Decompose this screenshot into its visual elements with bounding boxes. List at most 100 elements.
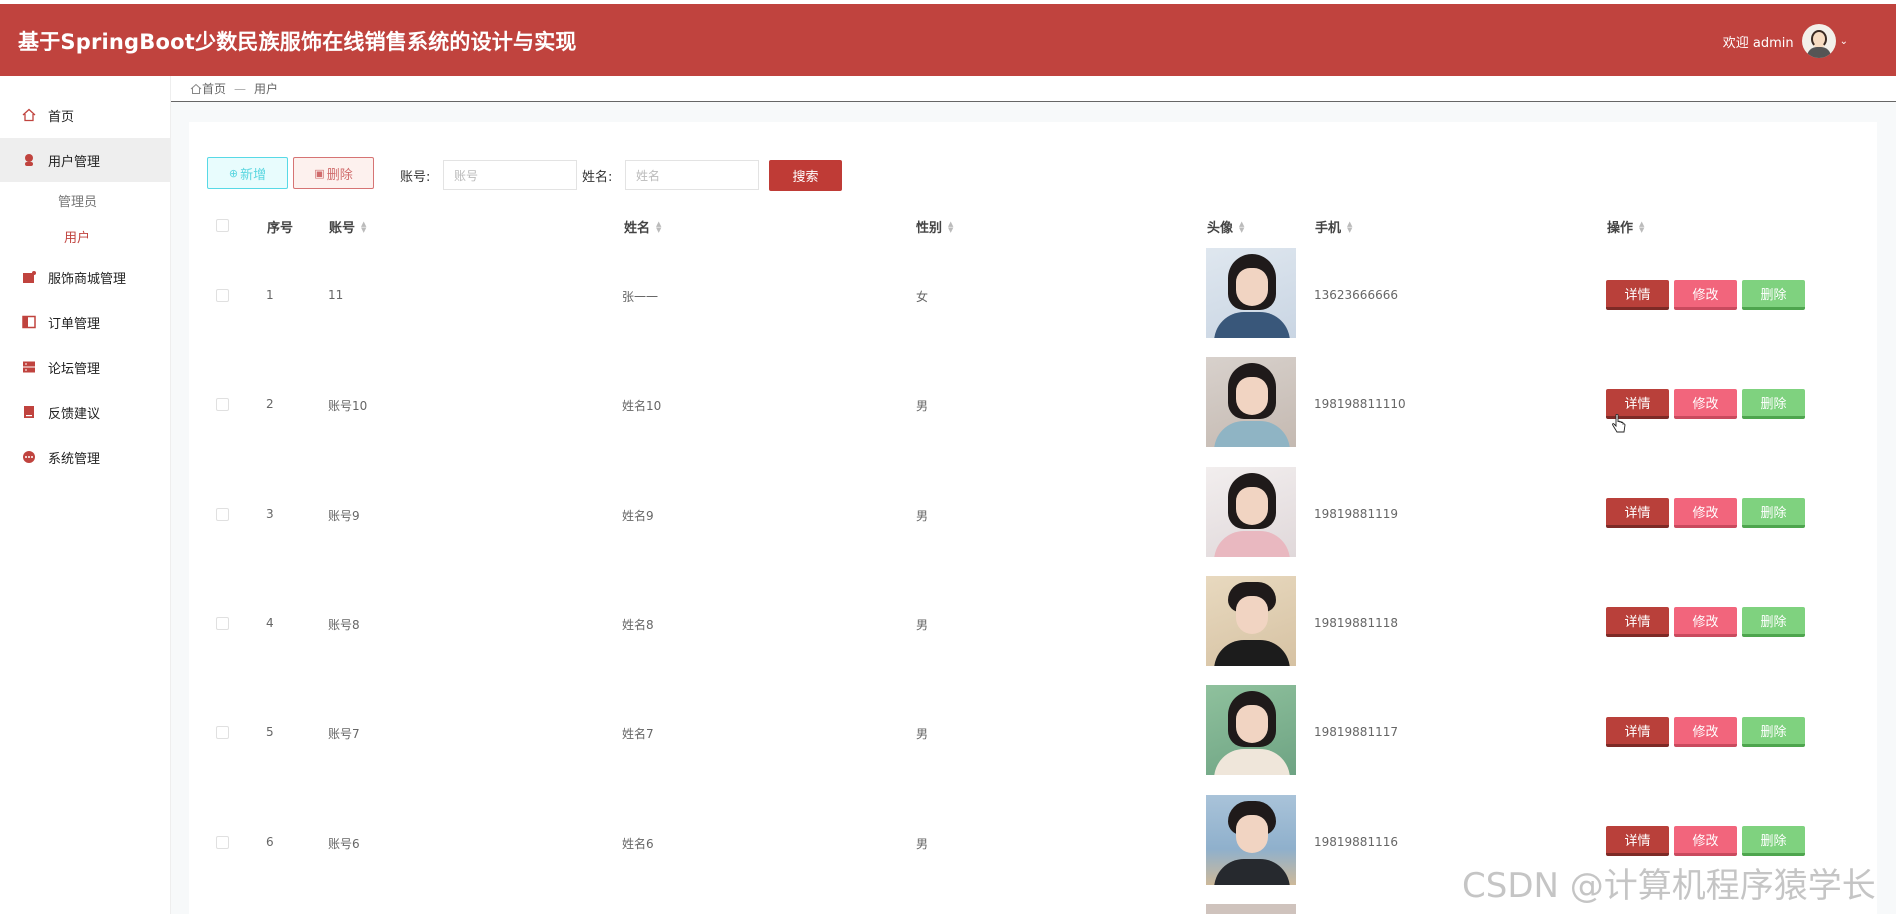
row-gender: 男 (916, 727, 929, 741)
user-avatar-image (1206, 685, 1296, 775)
column-header-phone[interactable]: 手机 ▲ ▼ (1315, 217, 1352, 236)
row-account: 账号9 (328, 509, 360, 523)
shop-icon (23, 271, 36, 283)
settings-icon (23, 451, 35, 463)
forum-icon (23, 361, 35, 373)
delete-button[interactable]: 删除 (1742, 498, 1805, 528)
row-gender: 女 (916, 290, 929, 304)
row-gender: 男 (916, 618, 929, 632)
name-search-input[interactable]: 姓名 (625, 160, 759, 190)
user-menu[interactable]: 欢迎 admin ⌄ (1723, 24, 1848, 58)
row-index: 5 (266, 725, 274, 739)
sidebar-item-home[interactable]: 首页 (0, 93, 171, 137)
row-account: 账号6 (328, 837, 360, 851)
sort-icon[interactable]: ▲ ▼ (656, 220, 661, 233)
chevron-down-icon[interactable]: ⌄ (1840, 36, 1848, 47)
user-icon (25, 154, 33, 166)
account-label: 账号: (400, 170, 431, 185)
select-all-checkbox[interactable] (216, 219, 229, 232)
row-index: 3 (266, 507, 274, 521)
order-icon (22, 315, 36, 329)
edit-button[interactable]: 修改 (1674, 498, 1737, 528)
user-avatar-image (1206, 795, 1296, 885)
breadcrumb-separator: — (234, 81, 247, 96)
delete-button[interactable]: 删除 (1742, 280, 1805, 310)
account-search-input[interactable]: 账号 (443, 160, 577, 190)
detail-button[interactable]: 详情 (1606, 498, 1669, 528)
row-account: 账号10 (328, 399, 368, 413)
row-name: 张一一 (622, 290, 659, 304)
column-header-account[interactable]: 账号 ▲ ▼ (329, 217, 366, 236)
sidebar-item-system-management[interactable]: 系统管理 (0, 435, 171, 479)
row-checkbox[interactable] (216, 289, 229, 302)
column-header-name[interactable]: 姓名 ▲ ▼ (624, 217, 661, 236)
detail-button[interactable]: 详情 (1606, 717, 1669, 747)
column-header-gender[interactable]: 性别 ▲ ▼ (916, 217, 953, 236)
sort-icon[interactable]: ▲ ▼ (948, 220, 953, 233)
breadcrumb-current: 用户 (254, 82, 279, 96)
hand-cursor-icon (1612, 414, 1626, 433)
sidebar-item-user-management[interactable]: 用户管理 (0, 138, 171, 182)
sidebar-subitem-user[interactable]: 用户 (0, 218, 171, 254)
delete-button[interactable]: 删除 (1742, 389, 1805, 419)
row-checkbox[interactable] (216, 617, 229, 630)
sidebar-item-forum-management[interactable]: 论坛管理 (0, 345, 171, 389)
sidebar-subitem-admin[interactable]: 管理员 (0, 182, 171, 218)
row-name: 姓名8 (622, 618, 654, 632)
sort-icon[interactable]: ▲ ▼ (1347, 220, 1352, 233)
row-phone: 13623666666 (1314, 288, 1398, 302)
user-avatar-image (1206, 357, 1296, 447)
edit-button[interactable]: 修改 (1674, 717, 1737, 747)
edit-button[interactable]: 修改 (1674, 826, 1737, 856)
sidebar-item-label: 订单管理 (48, 316, 101, 332)
row-checkbox[interactable] (216, 398, 229, 411)
row-name: 姓名7 (622, 727, 654, 741)
sidebar-item-shop-management[interactable]: 服饰商城管理 (0, 255, 171, 299)
breadcrumb-home[interactable]: 首页 (202, 80, 226, 97)
add-button[interactable]: ⊕ 新增 (207, 157, 288, 189)
welcome-text: 欢迎 admin (1722, 35, 1794, 51)
delete-button[interactable]: 删除 (1742, 717, 1805, 747)
top-bar: 基于SpringBoot少数民族服饰在线销售系统的设计与实现 欢迎 admin … (0, 4, 1896, 76)
name-label: 姓名: (582, 170, 613, 185)
row-gender: 男 (916, 399, 929, 413)
row-gender: 男 (916, 837, 929, 851)
sort-icon[interactable]: ▲ ▼ (1239, 220, 1244, 233)
sidebar-item-label: 用户管理 (48, 154, 101, 170)
plus-circle-icon: ⊕ (228, 166, 239, 180)
row-index: 4 (266, 616, 274, 630)
sort-icon[interactable]: ▲ ▼ (361, 220, 366, 233)
row-account: 账号8 (328, 618, 360, 632)
column-header-index: 序号 (267, 221, 294, 236)
edit-button[interactable]: 修改 (1674, 280, 1737, 310)
row-phone: 19819881118 (1314, 616, 1398, 630)
app-title: 基于SpringBoot少数民族服饰在线销售系统的设计与实现 (18, 30, 577, 54)
sort-icon[interactable]: ▲ ▼ (1639, 220, 1644, 233)
column-header-actions[interactable]: 操作 ▲ ▼ (1607, 217, 1644, 236)
column-header-avatar[interactable]: 头像 ▲ ▼ (1207, 217, 1244, 236)
user-avatar-image (1206, 576, 1296, 666)
detail-button[interactable]: 详情 (1606, 280, 1669, 310)
row-checkbox[interactable] (216, 836, 229, 849)
batch-delete-button[interactable]: ▣ 删除 (293, 157, 374, 189)
search-button-label: 搜索 (792, 170, 819, 185)
row-phone: 19819881119 (1314, 507, 1398, 521)
row-phone: 198198811110 (1314, 397, 1406, 411)
row-name: 姓名6 (622, 837, 654, 851)
edit-button[interactable]: 修改 (1674, 607, 1737, 637)
sidebar-item-order-management[interactable]: 订单管理 (0, 300, 171, 344)
edit-button[interactable]: 修改 (1674, 389, 1737, 419)
row-phone: 19819881116 (1314, 835, 1398, 849)
detail-button[interactable]: 详情 (1606, 826, 1669, 856)
watermark-text: CSDN @计算机程序猿学长 (1462, 866, 1876, 906)
search-button[interactable]: 搜索 (769, 160, 842, 191)
avatar[interactable] (1801, 24, 1836, 58)
sidebar-item-feedback[interactable]: 反馈建议 (0, 390, 171, 434)
row-checkbox[interactable] (216, 508, 229, 521)
detail-button[interactable]: 详情 (1606, 607, 1669, 637)
sidebar-item-label: 反馈建议 (48, 406, 101, 422)
delete-button[interactable]: 删除 (1742, 826, 1805, 856)
trash-icon: ▣ (314, 166, 325, 180)
row-checkbox[interactable] (216, 726, 229, 739)
delete-button[interactable]: 删除 (1742, 607, 1805, 637)
